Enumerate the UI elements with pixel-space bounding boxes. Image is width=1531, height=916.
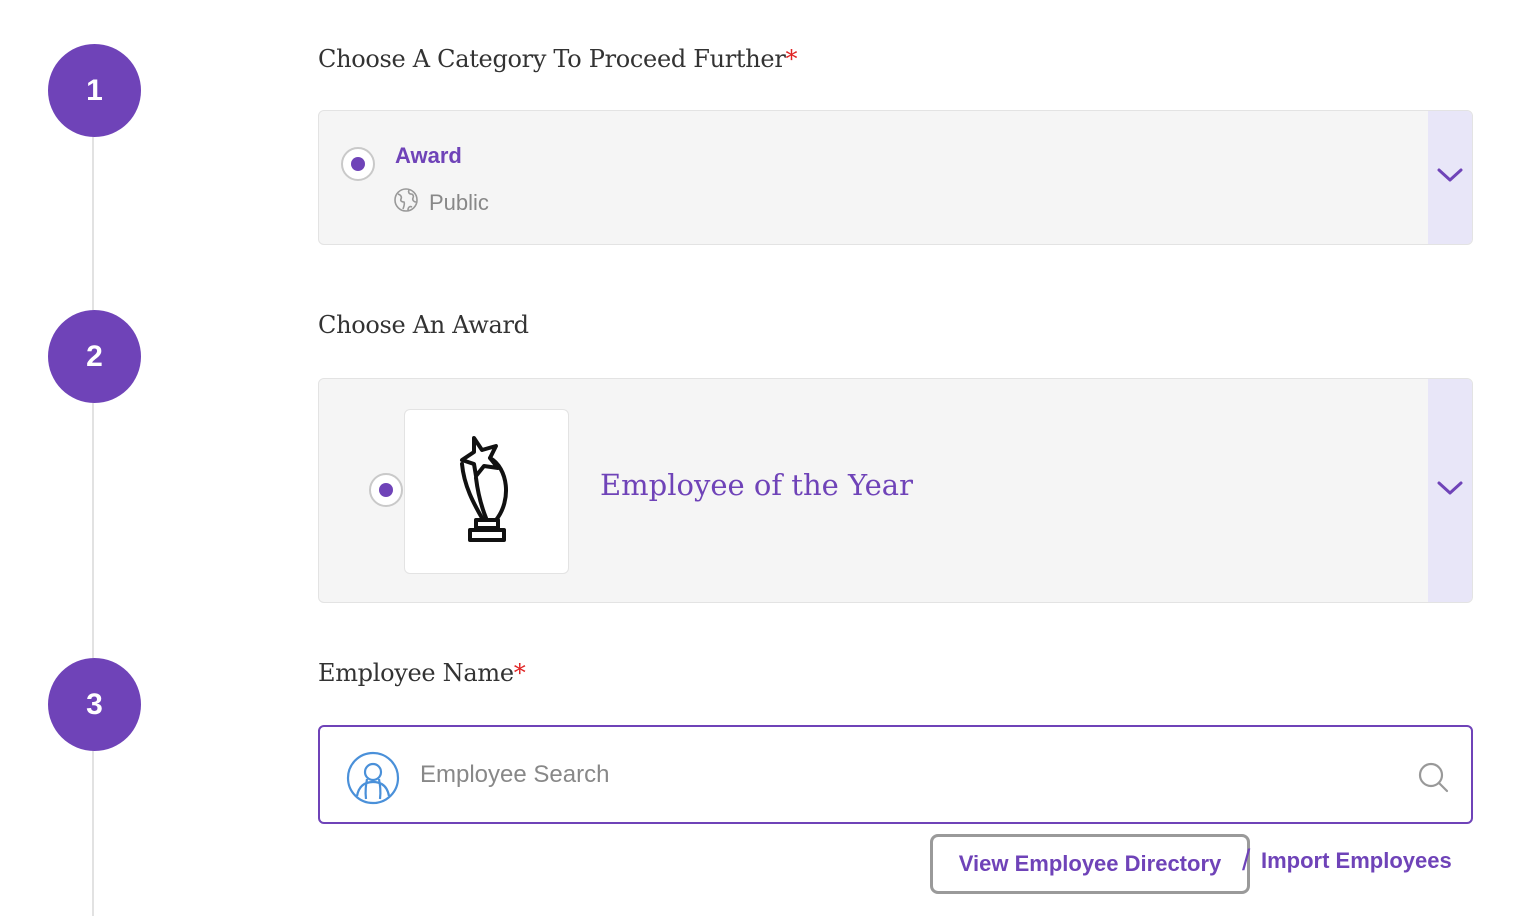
trophy-star-icon (452, 434, 522, 549)
step-number: 3 (86, 687, 103, 721)
steps-timeline-line (92, 90, 94, 916)
step-number: 1 (86, 73, 103, 107)
step-2-badge: 2 (48, 310, 141, 403)
award-select[interactable]: Employee of the Year (318, 378, 1473, 603)
import-employees-link[interactable]: Import Employees (1261, 848, 1452, 874)
globe-icon (393, 187, 419, 219)
award-radio[interactable] (369, 473, 403, 507)
category-name: Award (395, 143, 462, 168)
step-1-badge: 1 (48, 44, 141, 137)
required-mark: * (785, 45, 798, 73)
category-select[interactable]: Award Public (318, 110, 1473, 245)
user-avatar-icon (346, 751, 400, 810)
step-number: 2 (86, 339, 103, 373)
employee-section-title: Employee Name* (318, 659, 526, 687)
link-separator: / (1242, 844, 1251, 877)
employee-title-text: Employee Name (318, 659, 514, 687)
radio-selected-dot (351, 157, 365, 171)
view-employee-directory-link[interactable]: View Employee Directory (930, 834, 1250, 894)
radio-selected-dot (379, 483, 393, 497)
category-radio[interactable] (341, 147, 375, 181)
category-section-title: Choose A Category To Proceed Further* (318, 45, 798, 73)
category-expand-toggle[interactable] (1428, 111, 1472, 244)
visibility-label: Public (429, 190, 489, 215)
award-section-title: Choose An Award (318, 311, 529, 339)
employee-search-box[interactable] (318, 725, 1473, 824)
award-expand-toggle[interactable] (1428, 379, 1472, 602)
chevron-down-icon (1436, 166, 1464, 189)
employee-search-input[interactable] (420, 757, 1380, 793)
award-thumbnail (404, 409, 569, 574)
category-visibility: Public (393, 187, 489, 219)
step-3-badge: 3 (48, 658, 141, 751)
category-title-text: Choose A Category To Proceed Further (318, 45, 786, 73)
employee-links: View Employee Directory / Import Employe… (930, 834, 1475, 894)
chevron-down-icon (1436, 479, 1464, 502)
search-icon[interactable] (1417, 761, 1449, 798)
award-title-text: Choose An Award (318, 311, 529, 339)
award-name: Employee of the Year (600, 468, 913, 502)
required-mark: * (513, 659, 526, 687)
